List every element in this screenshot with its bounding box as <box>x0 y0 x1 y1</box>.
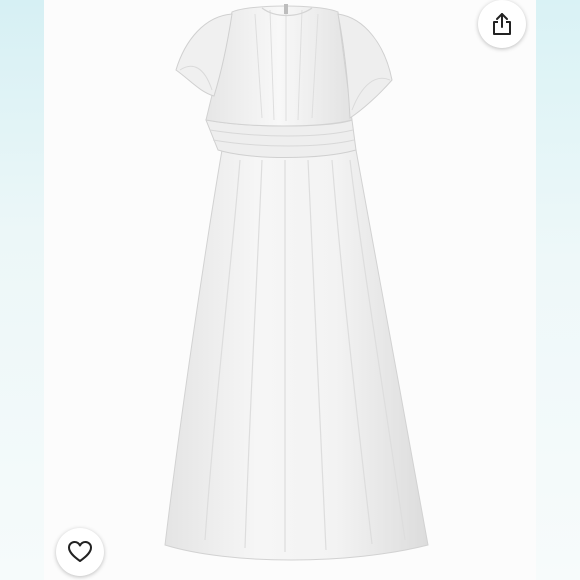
share-button[interactable] <box>478 0 526 48</box>
like-button[interactable] <box>56 528 104 576</box>
product-photo[interactable] <box>44 0 536 580</box>
product-photo-viewer <box>0 0 580 580</box>
heart-outline-icon <box>68 541 92 562</box>
dress-skirt <box>164 149 429 561</box>
left-adjacent-photo-edge[interactable] <box>0 0 44 580</box>
share-icon <box>493 13 511 35</box>
right-adjacent-photo-edge[interactable] <box>536 0 580 580</box>
dress-illustration <box>164 4 429 561</box>
